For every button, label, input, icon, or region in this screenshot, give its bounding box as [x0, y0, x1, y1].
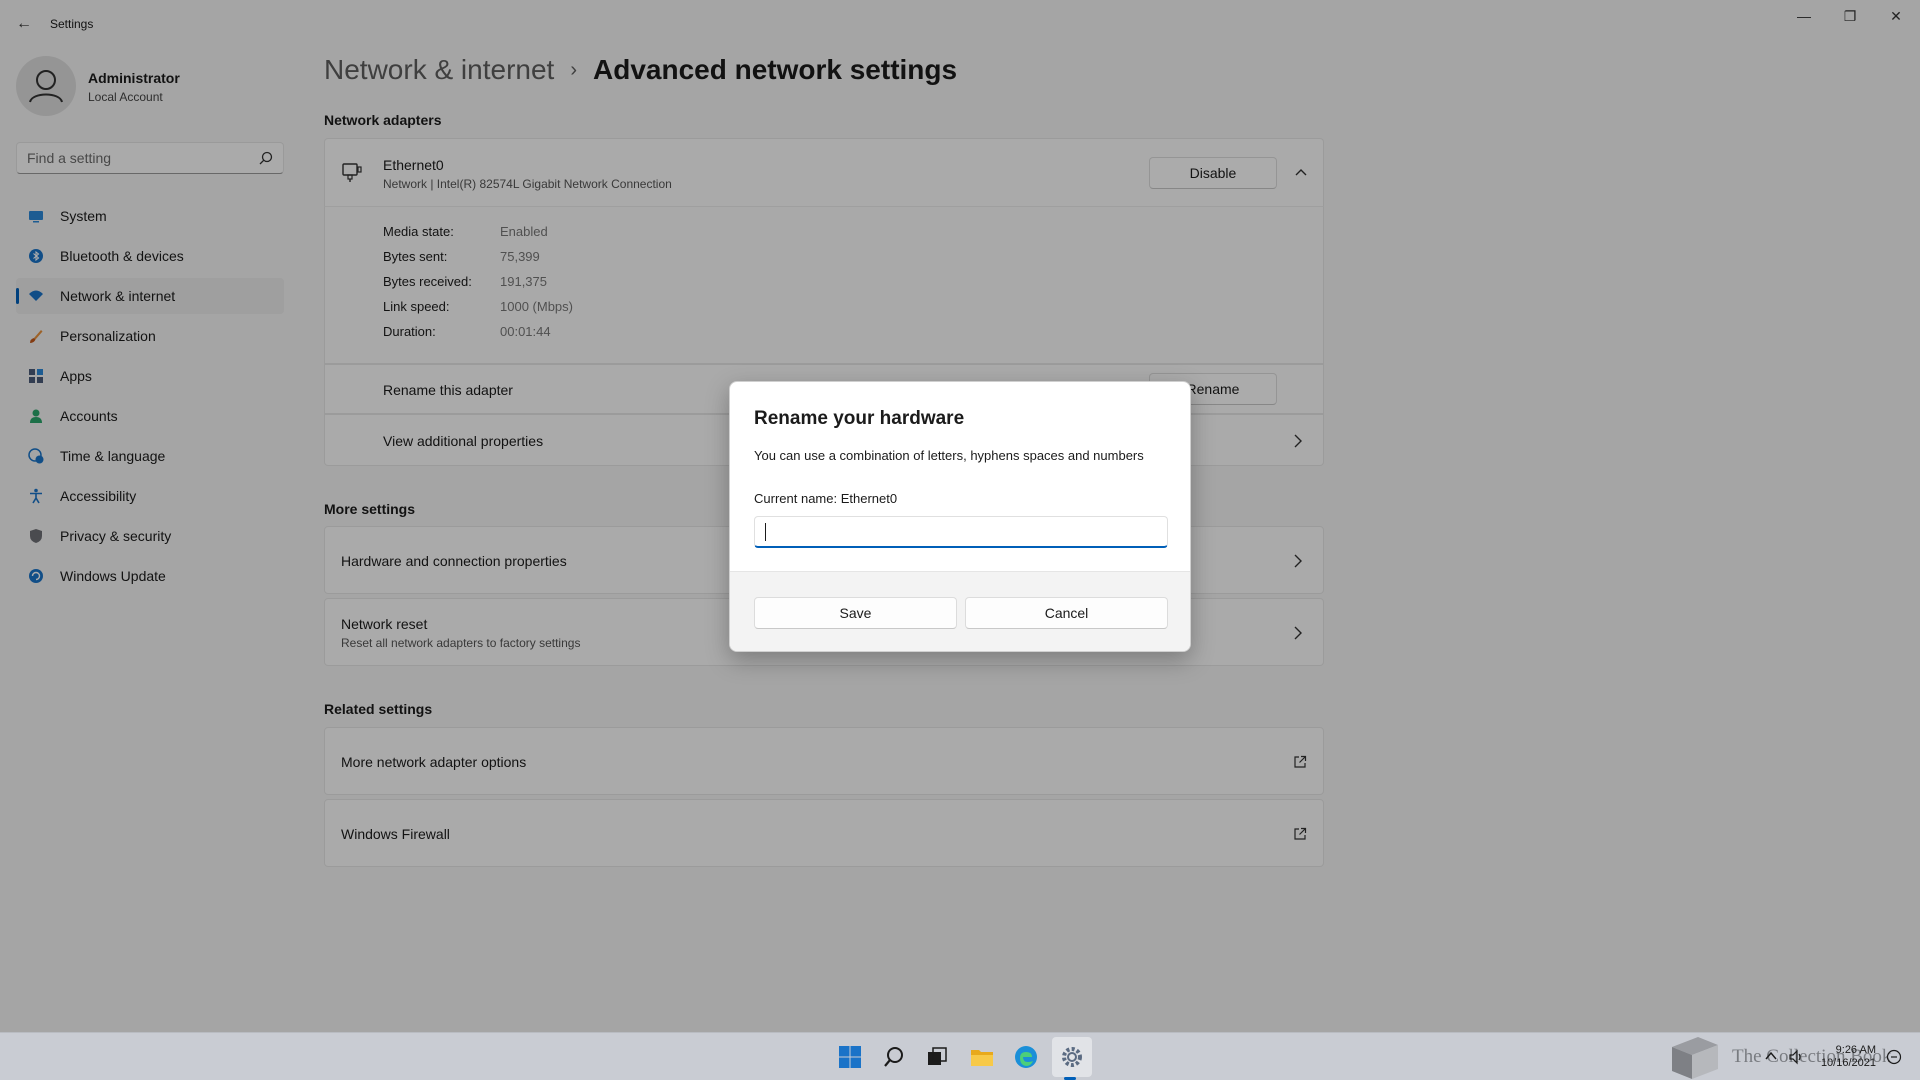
chevron-up-icon[interactable] — [1764, 1049, 1778, 1063]
task-view-icon[interactable] — [925, 1045, 949, 1069]
cancel-button[interactable]: Cancel — [965, 597, 1168, 629]
settings-icon[interactable] — [1060, 1045, 1084, 1069]
system-clock[interactable]: 9:26 AM 10/16/2021 — [1821, 1044, 1876, 1070]
rename-hardware-dialog: Rename your hardware You can use a combi… — [729, 381, 1191, 652]
dialog-description: You can use a combination of letters, hy… — [754, 448, 1144, 463]
start-icon[interactable] — [838, 1045, 862, 1069]
dialog-footer: Save Cancel — [730, 571, 1190, 651]
new-name-input[interactable] — [754, 516, 1168, 548]
save-button[interactable]: Save — [754, 597, 957, 629]
book-logo-icon — [1672, 1037, 1718, 1079]
clock-date: 10/16/2021 — [1820, 1057, 1876, 1069]
clock-time: 9:26 AM — [1835, 1044, 1876, 1056]
notification-icon[interactable] — [1886, 1049, 1902, 1065]
current-name-label: Current name: Ethernet0 — [754, 491, 898, 506]
text-cursor — [765, 523, 766, 541]
speaker-icon[interactable] — [1788, 1049, 1804, 1065]
dialog-title: Rename your hardware — [754, 408, 965, 429]
edge-icon[interactable] — [1014, 1045, 1038, 1069]
file-explorer-icon[interactable] — [970, 1045, 994, 1069]
search-icon[interactable] — [882, 1045, 906, 1069]
taskbar: The Collection Book 9:26 AM 10/16/2021 — [0, 1032, 1920, 1080]
